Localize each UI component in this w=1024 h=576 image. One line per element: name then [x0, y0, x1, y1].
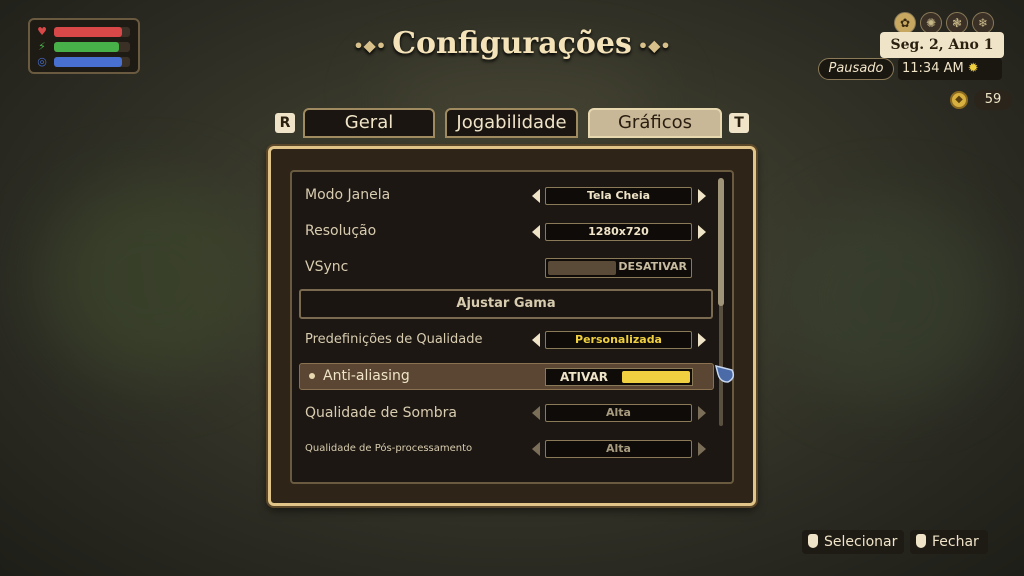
select-hint[interactable]: Selecionar — [802, 530, 904, 554]
post-processing-selector[interactable]: Alta — [545, 440, 692, 458]
window-mode-prev-arrow-icon[interactable] — [532, 189, 540, 203]
quality-preset-next-arrow-icon[interactable] — [698, 333, 706, 347]
fall-leaf-icon: ❃ — [946, 12, 968, 34]
tab-geral[interactable]: Geral — [303, 108, 435, 138]
coin-counter: ◆ 59 — [950, 90, 1012, 110]
background-foliage — [780, 200, 1000, 400]
coin-count: 59 — [974, 90, 1012, 110]
coin-icon: ◆ — [950, 91, 968, 109]
anti-aliasing-toggle-value: ATIVAR — [560, 370, 609, 384]
shadow-quality-next-arrow-icon[interactable] — [698, 406, 706, 420]
season-indicator: ✿ ✺ ❃ ❄ — [894, 12, 994, 34]
background-foliage — [40, 180, 260, 380]
sun-icon: ✹ — [967, 61, 979, 76]
settings-list — [290, 170, 734, 484]
ornament-right-icon: •◆• — [637, 35, 671, 55]
date-display: Seg. 2, Ano 1 — [880, 32, 1004, 58]
window-mode-next-arrow-icon[interactable] — [698, 189, 706, 203]
mouse-left-icon — [808, 534, 818, 548]
shadow-quality-label: Qualidade de Sombra — [305, 405, 457, 421]
page-title: •◆• Configurações •◆• — [353, 26, 671, 61]
summer-sun-icon: ✺ — [920, 12, 942, 34]
vsync-toggle[interactable]: DESATIVAR — [545, 258, 692, 278]
quality-preset-prev-arrow-icon[interactable] — [532, 333, 540, 347]
post-processing-prev-arrow-icon[interactable] — [532, 442, 540, 456]
cursor-icon — [714, 364, 735, 383]
resolution-selector[interactable]: 1280x720 — [545, 223, 692, 241]
window-mode-label: Modo Janela — [305, 187, 391, 203]
prev-tab-key[interactable]: R — [275, 113, 295, 133]
resolution-label: Resolução — [305, 223, 377, 239]
time-row: Pausado 11:34 AM ✹ — [818, 58, 1006, 80]
selection-dot-icon — [309, 373, 315, 379]
tab-jogabilidade[interactable]: Jogabilidade — [445, 108, 578, 138]
next-tab-key[interactable]: T — [729, 113, 749, 133]
quality-preset-selector[interactable]: Personalizada — [545, 331, 692, 349]
vsync-label: VSync — [305, 259, 349, 275]
quality-preset-label: Predefinições de Qualidade — [305, 332, 483, 347]
vsync-toggle-value: DESATIVAR — [618, 260, 687, 273]
adjust-gamma-button[interactable]: Ajustar Gama — [299, 289, 713, 319]
anti-aliasing-toggle[interactable]: ATIVAR — [545, 368, 693, 386]
time-display: 11:34 AM ✹ — [898, 58, 1002, 80]
shadow-quality-prev-arrow-icon[interactable] — [532, 406, 540, 420]
mouse-right-icon — [916, 534, 926, 548]
window-mode-selector[interactable]: Tela Cheia — [545, 187, 692, 205]
toggle-knob — [548, 261, 616, 275]
post-processing-next-arrow-icon[interactable] — [698, 442, 706, 456]
close-hint[interactable]: Fechar — [910, 530, 988, 554]
anti-aliasing-label: Anti-aliasing — [323, 368, 410, 384]
spring-flower-icon: ✿ — [894, 12, 916, 34]
scrollbar-thumb[interactable] — [718, 178, 724, 306]
tab-graficos[interactable]: Gráficos — [588, 108, 722, 138]
toggle-knob — [622, 371, 690, 383]
winter-snowflake-icon: ❄ — [972, 12, 994, 34]
ornament-left-icon: •◆• — [353, 35, 387, 55]
resolution-next-arrow-icon[interactable] — [698, 225, 706, 239]
shadow-quality-selector[interactable]: Alta — [545, 404, 692, 422]
paused-badge: Pausado — [818, 58, 894, 80]
resolution-prev-arrow-icon[interactable] — [532, 225, 540, 239]
post-processing-label: Qualidade de Pós-processamento — [305, 443, 473, 454]
